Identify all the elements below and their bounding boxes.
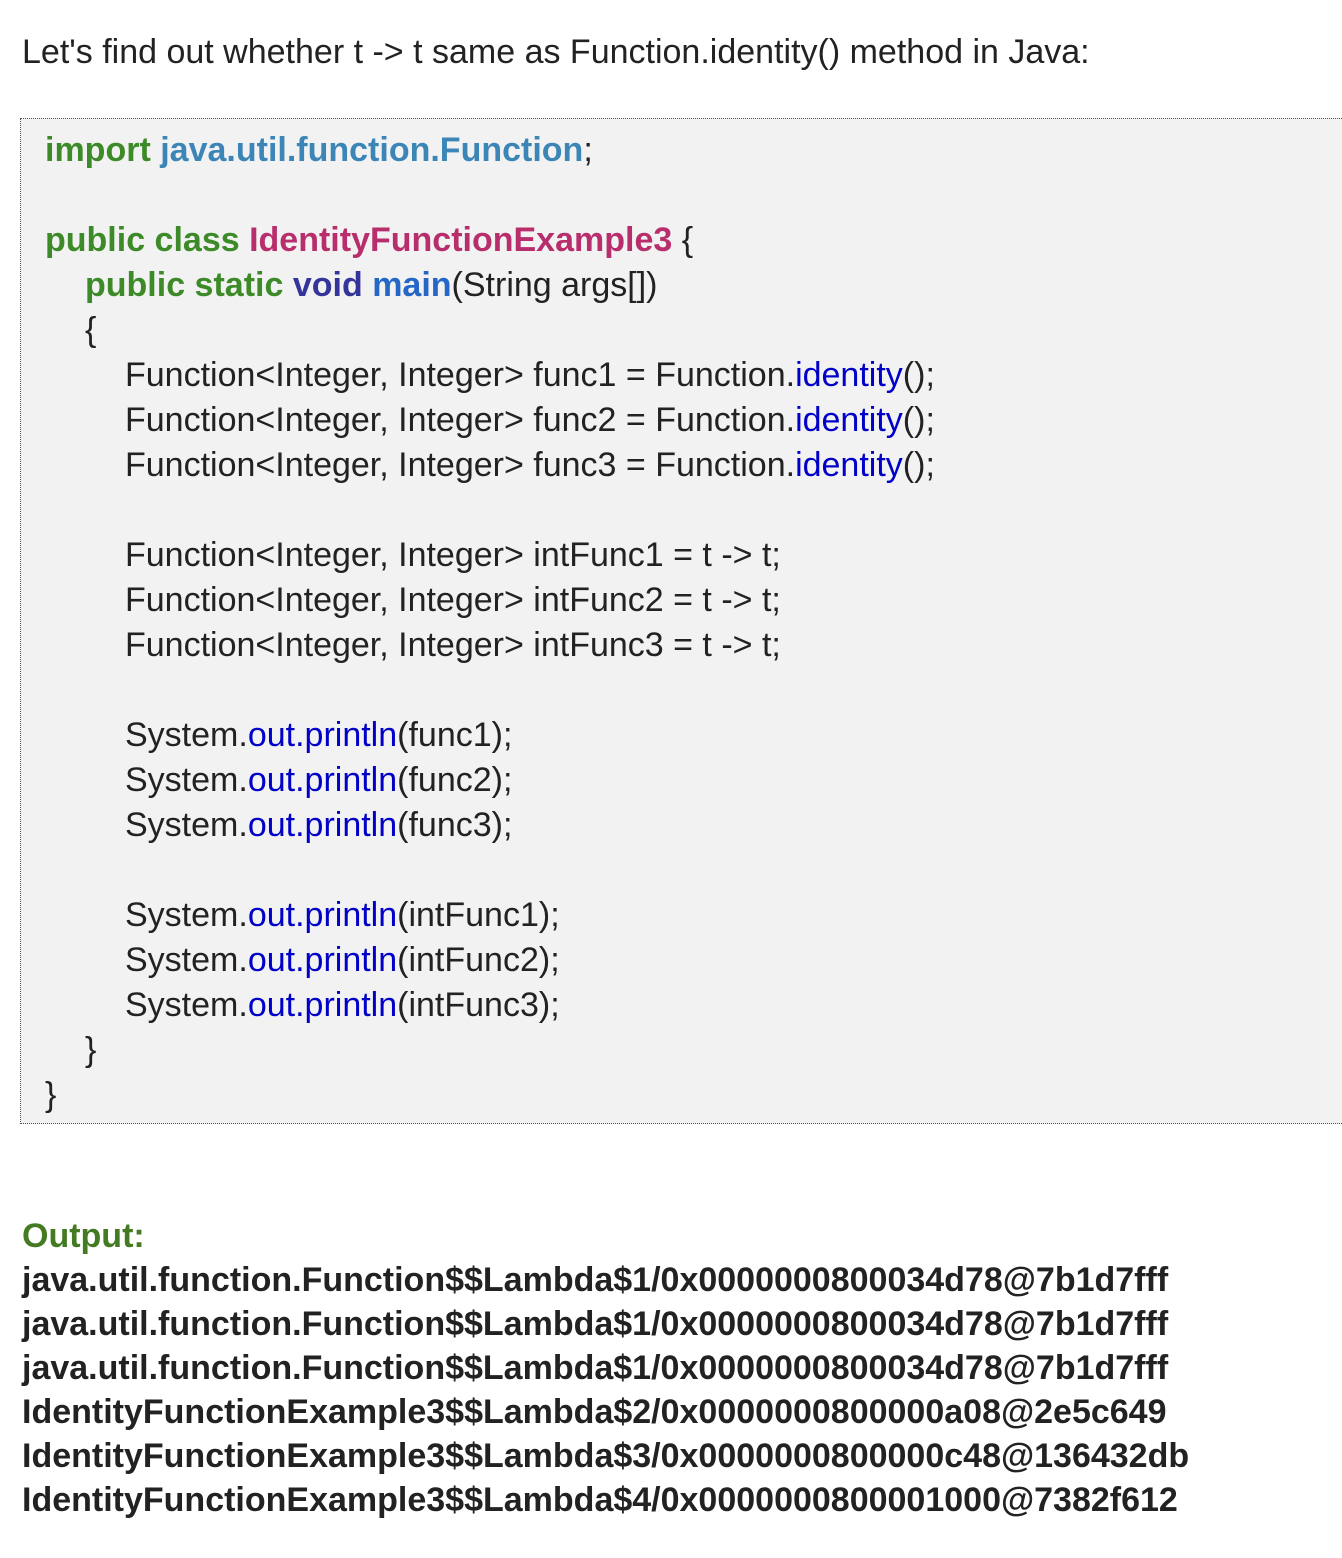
output-line: java.util.function.Function$$Lambda$1/0x… bbox=[22, 1261, 1169, 1299]
code-line-import: import java.util.function.Function; bbox=[45, 128, 1342, 173]
print-prefix: System. bbox=[125, 941, 248, 979]
print-args: (func1); bbox=[397, 716, 513, 754]
print-prefix: System. bbox=[125, 716, 248, 754]
print-prefix: System. bbox=[125, 761, 248, 799]
print-dot: . bbox=[295, 716, 305, 754]
import-package: java.util.function.Function bbox=[160, 131, 584, 169]
print-args: (func3); bbox=[397, 806, 513, 844]
code-line-print-func3: System.out.println(func3); bbox=[45, 803, 1342, 848]
print-method: println bbox=[304, 806, 398, 844]
code-line-close-method: } bbox=[85, 1031, 97, 1069]
import-keyword: import bbox=[45, 131, 151, 169]
print-out: out bbox=[247, 986, 296, 1024]
identity-method: identity bbox=[795, 401, 903, 439]
output-label: Output: bbox=[22, 1217, 145, 1255]
class-modifiers: public class bbox=[45, 221, 240, 259]
print-method: println bbox=[304, 986, 398, 1024]
print-args: (intFunc2); bbox=[397, 941, 560, 979]
code-line-func1-decl: Function<Integer, Integer> func1 = Funct… bbox=[45, 353, 1342, 398]
code-line-main-decl: public static void main(String args[]) bbox=[45, 263, 1342, 308]
code-line-print-intfunc3: System.out.println(intFunc3); bbox=[45, 983, 1342, 1028]
print-args: (intFunc3); bbox=[397, 986, 560, 1024]
print-prefix: System. bbox=[125, 806, 248, 844]
code-line-intfunc2-decl: Function<Integer, Integer> intFunc2 = t … bbox=[125, 581, 781, 619]
class-name: IdentityFunctionExample3 bbox=[249, 221, 673, 259]
print-method: println bbox=[304, 941, 398, 979]
output-line: java.util.function.Function$$Lambda$1/0x… bbox=[22, 1305, 1169, 1343]
code-line-func2-decl: Function<Integer, Integer> func2 = Funct… bbox=[45, 398, 1342, 443]
print-dot: . bbox=[295, 941, 305, 979]
print-out: out bbox=[247, 761, 296, 799]
print-method: println bbox=[304, 896, 398, 934]
output-line: IdentityFunctionExample3$$Lambda$2/0x000… bbox=[22, 1393, 1167, 1431]
print-method: println bbox=[304, 761, 398, 799]
print-dot: . bbox=[295, 761, 305, 799]
main-params: (String args[]) bbox=[451, 266, 658, 304]
code-line-print-func2: System.out.println(func2); bbox=[45, 758, 1342, 803]
import-semicolon: ; bbox=[583, 131, 593, 169]
intro-text: Let's find out whether t -> t same as Fu… bbox=[22, 33, 1090, 71]
output-block: java.util.function.Function$$Lambda$1/0x… bbox=[22, 1258, 1189, 1522]
decl-text: Function<Integer, Integer> func1 = Funct… bbox=[125, 356, 796, 394]
print-out: out bbox=[247, 896, 296, 934]
code-line-close-class: } bbox=[45, 1076, 57, 1114]
code-line-intfunc1-decl: Function<Integer, Integer> intFunc1 = t … bbox=[125, 536, 781, 574]
main-return-type: void bbox=[292, 266, 363, 304]
decl-text: Function<Integer, Integer> func3 = Funct… bbox=[125, 446, 796, 484]
print-args: (intFunc1); bbox=[397, 896, 560, 934]
print-prefix: System. bbox=[125, 896, 248, 934]
print-out: out bbox=[247, 806, 296, 844]
decl-text: Function<Integer, Integer> func2 = Funct… bbox=[125, 401, 796, 439]
print-args: (func2); bbox=[397, 761, 513, 799]
print-method: println bbox=[304, 716, 398, 754]
main-modifiers: public static bbox=[85, 266, 284, 304]
code-line-print-func1: System.out.println(func1); bbox=[45, 713, 1342, 758]
code-line-intfunc3-decl: Function<Integer, Integer> intFunc3 = t … bbox=[125, 626, 781, 664]
class-open-brace: { bbox=[672, 221, 694, 259]
print-prefix: System. bbox=[125, 986, 248, 1024]
print-out: out bbox=[247, 941, 296, 979]
output-line: java.util.function.Function$$Lambda$1/0x… bbox=[22, 1349, 1169, 1387]
code-block: import java.util.function.Function; publ… bbox=[20, 118, 1342, 1124]
identity-method: identity bbox=[795, 446, 903, 484]
identity-method: identity bbox=[795, 356, 903, 394]
print-dot: . bbox=[295, 806, 305, 844]
print-dot: . bbox=[295, 986, 305, 1024]
print-out: out bbox=[247, 716, 296, 754]
output-line: IdentityFunctionExample3$$Lambda$3/0x000… bbox=[22, 1437, 1190, 1475]
code-line-print-intfunc1: System.out.println(intFunc1); bbox=[45, 893, 1342, 938]
decl-suffix: (); bbox=[902, 401, 935, 439]
output-line: IdentityFunctionExample3$$Lambda$4/0x000… bbox=[22, 1481, 1178, 1519]
code-line-open-brace: { bbox=[85, 311, 97, 349]
code-line-func3-decl: Function<Integer, Integer> func3 = Funct… bbox=[45, 443, 1342, 488]
print-dot: . bbox=[295, 896, 305, 934]
code-line-print-intfunc2: System.out.println(intFunc2); bbox=[45, 938, 1342, 983]
decl-suffix: (); bbox=[902, 356, 935, 394]
decl-suffix: (); bbox=[902, 446, 935, 484]
code-line-class-decl: public class IdentityFunctionExample3 { bbox=[45, 218, 1342, 263]
main-method-name: main bbox=[372, 266, 452, 304]
